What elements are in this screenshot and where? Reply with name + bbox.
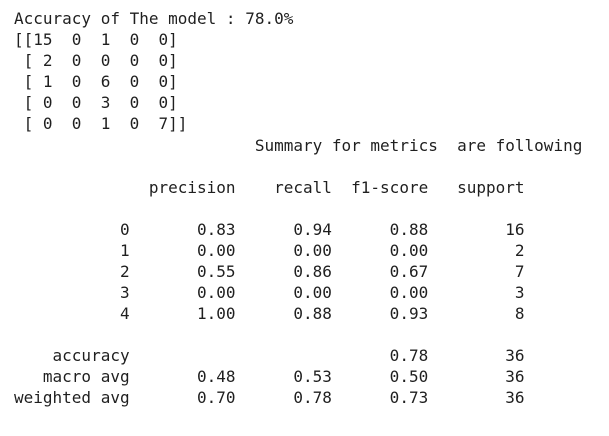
report-row-3: 3 0.00 0.00 0.00 3	[14, 283, 525, 302]
report-row-1: 1 0.00 0.00 0.00 2	[14, 241, 525, 260]
confusion-row-4: [ 0 0 3 0 0]	[14, 93, 178, 112]
accuracy-line: Accuracy of The model : 78.0%	[14, 9, 294, 28]
confusion-row-1: [[15 0 1 0 0]	[14, 30, 178, 49]
report-row-2: 2 0.55 0.86 0.67 7	[14, 262, 525, 281]
confusion-row-5: [ 0 0 1 0 7]]	[14, 114, 188, 133]
report-header: precision recall f1-score support	[14, 178, 525, 197]
confusion-row-3: [ 1 0 6 0 0]	[14, 72, 178, 91]
summary-title: Summary for metrics are following	[14, 136, 583, 155]
report-row-4: 4 1.00 0.88 0.93 8	[14, 304, 525, 323]
report-row-0: 0 0.83 0.94 0.88 16	[14, 220, 525, 239]
console-output: Accuracy of The model : 78.0% [[15 0 1 0…	[0, 0, 609, 436]
confusion-row-2: [ 2 0 0 0 0]	[14, 51, 178, 70]
report-macro-avg: macro avg 0.48 0.53 0.50 36	[14, 367, 525, 386]
report-weighted-avg: weighted avg 0.70 0.78 0.73 36	[14, 388, 525, 407]
report-accuracy: accuracy 0.78 36	[14, 346, 525, 365]
